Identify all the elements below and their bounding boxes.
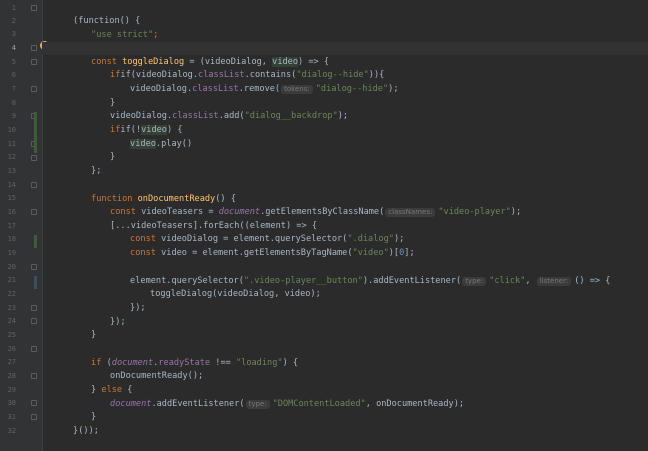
code-line: if (document.readyState !== "loading") { [91, 358, 299, 368]
code-text-area[interactable]: (function() { "use strict"; const toggle… [42, 0, 648, 451]
code-line: const videoDialog = element.querySelecto… [130, 234, 405, 244]
line-number: 2 [11, 17, 16, 25]
code-line: ifif(videoDialog.classList.contains("dia… [110, 70, 385, 80]
line-number: 5 [11, 58, 16, 66]
code-line: videoDialog.classList.add("dialog__backd… [110, 111, 349, 121]
fold-marker-icon[interactable] [31, 373, 37, 379]
code-line: } [110, 152, 116, 162]
code-line: (function() { [73, 16, 141, 26]
line-number: 22 [7, 290, 16, 298]
line-number: 24 [7, 317, 16, 325]
line-number: 8 [11, 99, 16, 107]
parameter-hint: type: [245, 400, 270, 409]
parameter-hint: tokens: [281, 85, 313, 94]
code-line: onDocumentReady(); [110, 371, 204, 381]
line-number: 17 [7, 222, 16, 230]
code-line: "use strict"; [91, 30, 159, 40]
fold-marker-icon[interactable] [31, 318, 37, 324]
code-line: } [110, 98, 116, 108]
code-line: const toggleDialog = (videoDialog, video… [91, 57, 330, 67]
line-number: 30 [7, 399, 16, 407]
fold-marker-icon[interactable] [31, 5, 37, 11]
line-number: 19 [7, 249, 16, 257]
fold-marker-icon[interactable] [31, 45, 37, 51]
fold-marker-icon[interactable] [31, 209, 37, 215]
code-line: video.play() [130, 139, 193, 149]
code-line: function onDocumentReady() { [91, 194, 236, 204]
code-line: element.querySelector(".video-player__bu… [130, 276, 611, 286]
line-number: 31 [7, 413, 16, 421]
line-number: 16 [7, 208, 16, 216]
code-line: document.addEventListener(type: "DOMConte… [110, 399, 465, 409]
fold-marker-icon[interactable] [31, 86, 37, 92]
line-number: 4 [11, 44, 16, 52]
code-line: }); [130, 303, 146, 313]
line-number: 32 [7, 427, 16, 435]
line-number: 7 [11, 85, 16, 93]
fold-marker-icon[interactable] [31, 414, 37, 420]
line-number: 21 [7, 276, 16, 284]
change-marker[interactable] [34, 112, 37, 153]
line-number: 11 [7, 140, 16, 148]
parameter-hint: type: [462, 277, 487, 286]
code-editor[interactable]: 1 2 3 4 5 6 7 8 9 10 11 12 13 14 15 16 1… [0, 0, 648, 451]
fold-marker-icon[interactable] [31, 182, 37, 188]
code-line: }()); [73, 426, 99, 436]
fold-marker-icon[interactable] [31, 305, 37, 311]
fold-marker-icon[interactable] [31, 155, 37, 161]
line-number: 1 [11, 4, 16, 12]
line-number: 13 [7, 167, 16, 175]
code-line: const videoTeasers = document.getElement… [110, 207, 522, 217]
change-marker[interactable] [34, 235, 37, 248]
parameter-hint: listener: [536, 277, 572, 286]
fold-marker-icon[interactable] [31, 59, 37, 65]
line-number: 14 [7, 181, 16, 189]
code-line: } [91, 330, 97, 340]
code-line: }; [91, 166, 102, 176]
line-number: 15 [7, 194, 16, 202]
line-number: 29 [7, 386, 16, 394]
line-number: 6 [11, 71, 16, 79]
fold-marker-icon[interactable] [31, 264, 37, 270]
line-number: 12 [7, 153, 16, 161]
code-line: }); [110, 317, 126, 327]
code-line: ifif(!video) { [110, 125, 183, 135]
line-number: 26 [7, 345, 16, 353]
code-line: videoDialog.classList.remove(tokens: "dia… [130, 84, 399, 94]
line-number: 27 [7, 358, 16, 366]
line-number: 3 [11, 30, 16, 38]
line-number: 10 [7, 126, 16, 134]
line-number: 18 [7, 235, 16, 243]
fold-marker-icon[interactable] [31, 346, 37, 352]
fold-marker-icon[interactable] [31, 400, 37, 406]
parameter-hint: classNames: [385, 208, 436, 217]
code-line: } [91, 412, 97, 422]
change-marker[interactable] [34, 276, 37, 289]
code-line: [...videoTeasers].forEach((element) => { [110, 221, 318, 231]
line-number: 9 [11, 112, 16, 120]
code-line: const video = element.getElementsByTagNa… [130, 248, 415, 258]
code-line: } else { [91, 385, 133, 395]
line-number: 25 [7, 331, 16, 339]
code-line: toggleDialog(videoDialog, video); [150, 289, 321, 299]
line-number: 20 [7, 263, 16, 271]
line-number-gutter: 1 2 3 4 5 6 7 8 9 10 11 12 13 14 15 16 1… [0, 0, 43, 451]
line-number: 28 [7, 372, 16, 380]
line-number: 23 [7, 304, 16, 312]
